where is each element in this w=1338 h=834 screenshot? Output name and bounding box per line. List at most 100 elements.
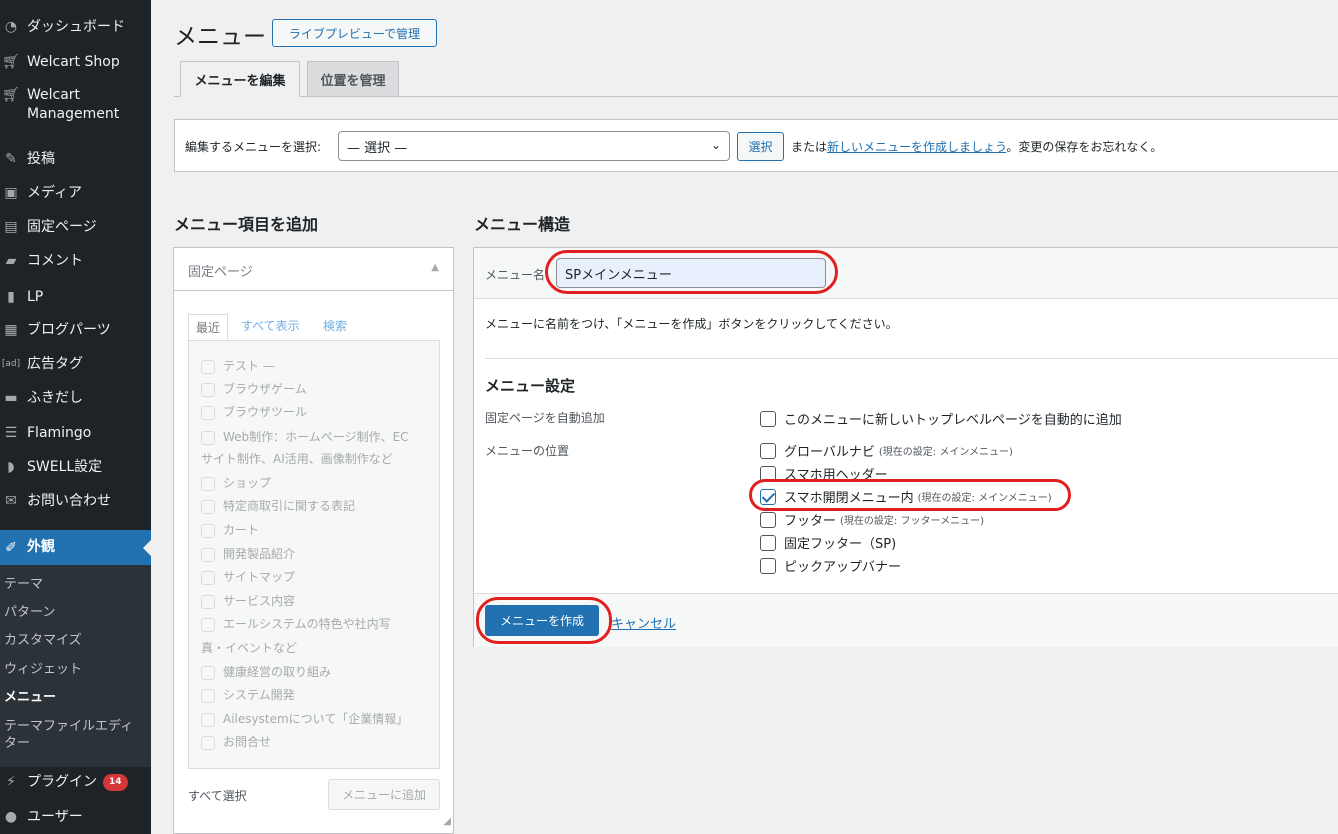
checkbox[interactable] [201,570,215,585]
add-menu-items-heading: メニュー項目を追加 [174,215,319,234]
location-global-nav[interactable]: グローバルナビ (現在の設定: メインメニュー) [760,441,1013,460]
page-title: メニュー [174,24,266,50]
list-item[interactable]: ショップ [201,472,433,494]
sidebar-item-posts[interactable]: ✎ 投稿 [0,149,151,169]
sidebar-item-dashboard[interactable]: ◔ ダッシュボード [0,17,151,37]
checkbox[interactable] [201,359,215,374]
sidebar-item-media[interactable]: ▣ メディア [0,183,151,203]
location-fixed-footer-sp[interactable]: 固定フッター（SP) [760,533,900,552]
list-item[interactable]: Ailesystemについて「企業情報」 [201,708,433,730]
sidebar-item-ad-tags[interactable]: [ad] 広告タグ [0,354,151,374]
menu-name-input[interactable]: SPメインメニュー [556,258,826,288]
submenu-item-themes[interactable]: テーマ [4,576,144,593]
checkbox[interactable] [760,442,776,459]
auto-add-option[interactable]: このメニューに新しいトップレベルページを自動的に追加 [760,409,1122,428]
submenu-item-customize[interactable]: カスタマイズ [4,632,144,649]
checkbox[interactable] [201,735,215,750]
location-footer[interactable]: フッター (現在の設定: フッターメニュー) [760,510,984,529]
list-item[interactable]: システム開発 [201,684,433,706]
sidebar-item-plugins[interactable]: ⚡ プラグイン 14 [0,772,151,792]
checkbox[interactable] [201,617,215,632]
or-text: または [791,140,828,154]
checkbox[interactable] [201,405,215,420]
cancel-link[interactable]: キャンセル [611,613,676,632]
select-button[interactable]: 選択 [737,132,784,161]
menu-name-label: メニュー名 [485,268,546,282]
list-item[interactable]: お問合せ [201,731,433,753]
list-item[interactable]: ブラウザツール [201,401,433,423]
tab-manage-locations[interactable]: 位置を管理 [307,61,399,97]
location-pickup-banner[interactable]: ピックアップバナー [760,556,905,575]
menu-select-dropdown[interactable]: — 選択 — ⌄ [338,131,730,161]
list-item[interactable]: カート [201,519,433,541]
pages-panel-header[interactable]: 固定ページ ▲ [174,248,453,291]
add-to-menu-button[interactable]: メニューに追加 [328,779,440,810]
tab-recent[interactable]: 最近 [188,314,229,340]
sidebar-item-appearance[interactable]: ✐ 外観 [0,530,151,565]
list-item[interactable]: 開発製品紹介 [201,543,433,565]
sidebar-item-blog-parts[interactable]: ▦ ブログパーツ [0,320,151,340]
collapse-arrow-icon: ▲ [431,262,439,273]
checkbox[interactable] [201,523,215,538]
sidebar-item-fukidashi[interactable]: ▬ ふきだし [0,388,151,408]
sidebar-item-welcart-shop[interactable]: 🛒︎ Welcart Shop [0,52,151,72]
submenu-item-theme-file-editor[interactable]: テーマファイルエディター [4,718,144,752]
menu-select-bar: 編集するメニューを選択: — 選択 — ⌄ 選択 または新しいメニューを作成しま… [174,119,1338,172]
sidebar-item-lp[interactable]: ▮ LP [0,287,151,307]
checkbox[interactable] [760,511,776,528]
sidebar-item-pages[interactable]: ▤ 固定ページ [0,217,151,237]
checkbox[interactable] [201,594,215,609]
tab-divider [174,96,1338,97]
sidebar-item-welcart-management[interactable]: 🛒︎ Welcart Management [0,86,151,126]
submenu-item-patterns[interactable]: パターン [4,604,144,621]
pages-panel-title: 固定ページ [188,265,253,280]
menu-locations-label: メニューの位置 [485,444,570,458]
checkbox[interactable] [201,499,215,514]
live-preview-button[interactable]: ライブプレビューで管理 [272,19,437,47]
checkbox[interactable] [760,557,776,574]
checkbox[interactable] [201,430,215,445]
submenu-item-menus[interactable]: メニュー [4,689,144,706]
checkbox[interactable] [201,547,215,562]
sidebar-item-flamingo[interactable]: ☰ Flamingo [0,423,151,443]
tab-view-all[interactable]: すべて表示 [241,317,300,334]
save-reminder-text: 。変更の保存をお忘れなく。 [1006,140,1163,154]
appearance-submenu: テーマ パターン カスタマイズ ウィジェット メニュー テーマファイルエディター [0,565,151,767]
checkbox[interactable] [201,665,215,680]
submenu-item-widgets[interactable]: ウィジェット [4,661,144,678]
sidebar-item-users[interactable]: ● ユーザー [0,807,151,827]
create-menu-button[interactable]: メニューを作成 [485,605,599,636]
checkbox[interactable] [201,712,215,727]
select-bar-hint: または新しいメニューを作成しましょう。変更の保存をお忘れなく。 [791,138,1162,155]
tab-edit-menus[interactable]: メニューを編集 [180,61,300,97]
resize-handle-icon[interactable]: ◢ [443,816,451,827]
checkbox[interactable] [201,382,215,397]
sidebar-item-contact[interactable]: ✉ お問い合わせ [0,491,151,511]
dashboard-icon: ◔ [4,19,18,35]
checkbox[interactable] [201,688,215,703]
sidebar-item-swell-settings[interactable]: ◗ SWELL設定 [0,457,151,477]
select-all-label[interactable]: すべて選択 [188,787,247,804]
menu-select-value: — 選択 — [347,140,408,156]
checkbox[interactable] [760,465,776,482]
location-sp-drawer-menu[interactable]: スマホ開閉メニュー内 (現在の設定: メインメニュー) [760,487,1052,506]
location-sp-header[interactable]: スマホ用ヘッダー [760,464,892,483]
plugins-update-badge: 14 [103,773,128,791]
create-new-menu-link[interactable]: 新しいメニューを作成しましょう [827,140,1006,154]
list-item[interactable]: テスト — [201,355,433,377]
list-item[interactable]: 健康経営の取り組み [201,661,433,683]
checkbox[interactable] [760,534,776,551]
list-item[interactable]: サイトマップ [201,566,433,588]
list-item[interactable]: 特定商取引に関する表記 [201,495,433,517]
tab-search[interactable]: 検索 [323,317,347,334]
list-item[interactable]: エールシステムの特色や社内写 [201,613,433,635]
auto-add-checkbox[interactable] [760,410,776,427]
chevron-down-icon: ⌄ [710,138,721,152]
sidebar-item-comments[interactable]: ▰ コメント [0,251,151,271]
list-item[interactable]: サービス内容 [201,590,433,612]
list-item[interactable]: Web制作：ホームページ制作、EC [201,426,433,448]
checkbox-checked[interactable] [760,488,776,505]
list-item-continuation: 真・イベントなど [201,641,298,655]
checkbox[interactable] [201,476,215,491]
list-item[interactable]: ブラウザゲーム [201,378,433,400]
